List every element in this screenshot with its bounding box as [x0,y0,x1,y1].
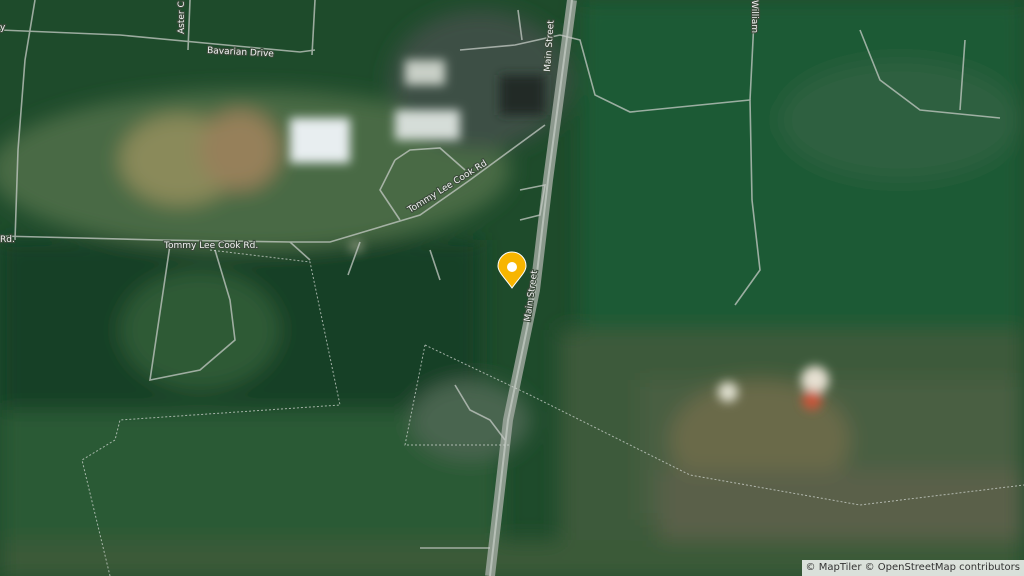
satellite-imagery: Aster C Bavarian Drive Tommy Lee Cook Rd… [0,0,1024,576]
road-label-aster: Aster C [177,1,187,34]
attribution-osm-link[interactable]: © OpenStreetMap contributors [865,562,1020,573]
road-label-william: William [749,0,759,33]
map-view[interactable]: Aster C Bavarian Drive Tommy Lee Cook Rd… [0,0,1024,576]
map-attribution: © MapTiler © OpenStreetMap contributors [801,560,1024,576]
road-label-tommy-lee-cook-lower: Tommy Lee Cook Rd. [163,241,258,251]
road-label-rd-left: Rd. [0,235,15,245]
road-label-partial: y [0,23,6,33]
attribution-maptiler-link[interactable]: © MapTiler [806,562,862,573]
